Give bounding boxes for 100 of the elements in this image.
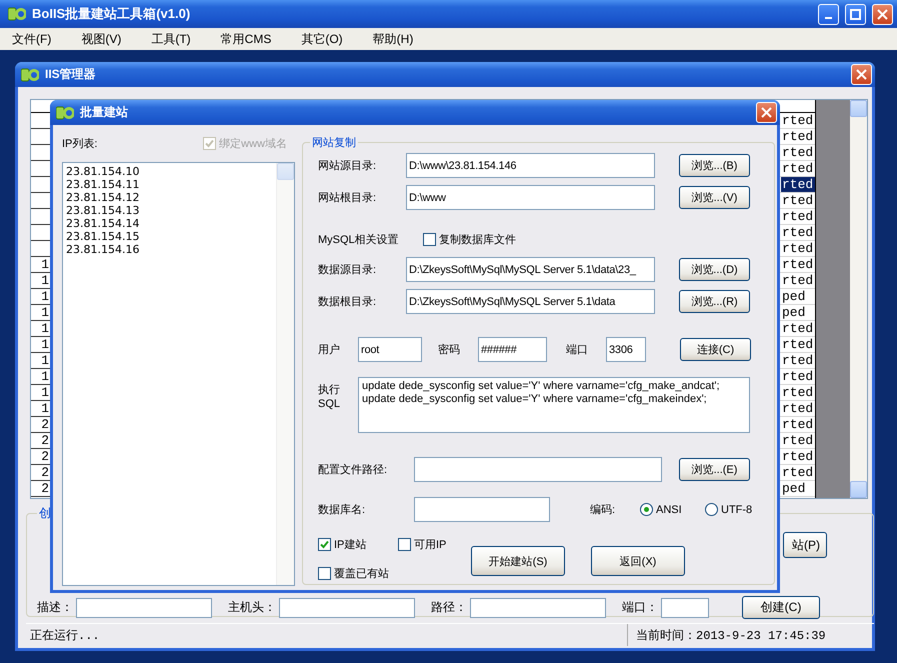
group-label: 创 [38, 505, 52, 522]
browse-button[interactable]: 浏览...(B) [679, 154, 750, 177]
maximize-icon [850, 8, 861, 20]
browse-button[interactable]: 浏览...(E) [679, 458, 750, 481]
field-label: 描述： [37, 599, 73, 616]
menu-item[interactable]: 文件(F) [6, 30, 62, 48]
app-icon [21, 68, 39, 82]
check-icon [320, 540, 329, 549]
table-cell[interactable]: rted [781, 257, 815, 272]
field-label: 路径： [431, 599, 467, 616]
text-field[interactable] [76, 598, 212, 618]
table-cell[interactable]: rted [781, 209, 815, 224]
menu-item[interactable]: 帮助(H) [366, 30, 424, 48]
table-cell[interactable]: rted [781, 321, 815, 336]
table-cell[interactable]: ped [781, 289, 815, 304]
table-cell[interactable]: rted [781, 369, 815, 384]
sql-field[interactable]: update dede_sysconfig set value='Y' where varname='cfg_make_andcat'; update dede_sysconfig set value='Y' where varname='cfg_makeindex'; [358, 377, 750, 433]
back-button[interactable]: 返回(X) [591, 546, 685, 576]
app-icon [56, 106, 74, 120]
action-button[interactable]: 站(P) [783, 532, 827, 558]
close-button[interactable] [851, 64, 872, 85]
table-cell[interactable]: rted [781, 337, 815, 352]
table-cell[interactable]: rted [781, 113, 815, 128]
option-checkbox[interactable]: 可用IP [398, 537, 446, 552]
table-cell[interactable]: rted [781, 465, 815, 480]
close-icon [761, 107, 772, 118]
window-title: BoIIS批量建站工具箱(v1.0) [32, 5, 192, 23]
field-label: 执行 SQL [318, 383, 342, 411]
user-field[interactable]: root [358, 337, 422, 362]
table-cell[interactable]: rted [781, 449, 815, 464]
table-cell[interactable]: rted [781, 161, 815, 176]
table-cell[interactable]: rted [781, 385, 815, 400]
text-field[interactable] [470, 598, 606, 618]
close-button[interactable] [756, 102, 777, 123]
path-field[interactable]: D:\ZkeysSoft\MySql\MySQL Server 5.1\data\23_ [406, 257, 655, 282]
field-label: 密码 [438, 342, 461, 357]
table-cell[interactable]: rted [781, 273, 815, 288]
copy-db-checkbox[interactable]: 复制数据库文件 [423, 232, 516, 246]
option-checkbox[interactable]: 覆盖已有站 [318, 566, 389, 581]
field-label: 编码: [590, 503, 616, 517]
close-icon [877, 8, 888, 20]
window-title: IIS管理器 [45, 66, 97, 83]
table-cell[interactable]: rted [781, 129, 815, 144]
table-cell[interactable]: rted [781, 177, 815, 192]
path-field[interactable]: D:\ZkeysSoft\MySql\MySQL Server 5.1\data [406, 289, 655, 314]
path-field[interactable]: D:\www\23.81.154.146 [406, 153, 655, 178]
browse-button[interactable]: 浏览...(V) [679, 186, 750, 209]
db-name-field[interactable] [414, 497, 550, 522]
minimize-button[interactable] [818, 4, 839, 24]
app-icon [8, 7, 26, 21]
port-field[interactable]: 3306 [606, 337, 646, 362]
field-label: 数据库名: [318, 502, 366, 517]
encoding-radio[interactable]: UTF-8 [705, 503, 770, 516]
menu-item[interactable]: 常用CMS [214, 30, 282, 48]
menu-item[interactable]: 工具(T) [145, 30, 201, 48]
encoding-radio[interactable]: ANSI [640, 503, 705, 516]
field-label: 端口 [566, 343, 589, 357]
table-cell[interactable]: rted [781, 193, 815, 208]
create-button[interactable]: 创建(C) [742, 596, 820, 619]
menu-item[interactable]: 视图(V) [75, 30, 132, 48]
table-cell[interactable]: rted [781, 145, 815, 160]
config-path-field[interactable] [414, 457, 662, 482]
table-cell[interactable]: ped [781, 305, 815, 320]
group-label: 网站复制 [311, 136, 357, 150]
field-label: 用户 [318, 342, 341, 357]
clock-text: 当前时间：2013-9-23 17:45:39 [627, 624, 874, 646]
browse-button[interactable]: 浏览...(D) [679, 258, 750, 281]
path-field[interactable]: D:\www [406, 185, 655, 210]
table-cell[interactable]: rted [781, 433, 815, 448]
option-checkbox[interactable]: IP建站 [318, 537, 398, 552]
text-field[interactable] [661, 598, 709, 618]
close-button[interactable] [872, 4, 893, 24]
table-cell[interactable]: ped [781, 481, 815, 496]
dialog-title: 批量建站 [80, 104, 129, 121]
field-label: 主机头： [228, 599, 276, 616]
table-cell[interactable]: rted [781, 353, 815, 368]
scrollbar[interactable] [850, 100, 867, 498]
password-field[interactable]: ###### [478, 337, 547, 362]
menu-item[interactable]: 其它(O) [295, 30, 353, 48]
connect-button[interactable]: 连接(C) [680, 338, 751, 361]
field-label: 网站源目录: [318, 159, 378, 173]
ip-list-field[interactable]: 23.81.154.10 23.81.154.11 23.81.154.12 23.81.154.13 23.81.154.14 23.81.154.15 23.81.154.16 [62, 162, 295, 586]
field-label: 端口： [622, 599, 658, 616]
start-button[interactable]: 开始建站(S) [471, 546, 565, 576]
minimize-icon [825, 16, 832, 18]
table-cell[interactable]: rted [781, 241, 815, 256]
section-label: MySQL相关设置 [318, 232, 400, 246]
text-field[interactable] [279, 598, 415, 618]
field-label: 配置文件路径: [318, 462, 388, 477]
maximize-button[interactable] [845, 4, 866, 24]
ip-list-label: IP列表: [62, 137, 98, 151]
field-label: 网站根目录: [318, 191, 378, 205]
table-cell[interactable]: rted [781, 401, 815, 416]
field-label: 数据源目录: [318, 263, 378, 277]
table-cell[interactable]: rted [781, 225, 815, 240]
field-label: 数据根目录: [318, 295, 378, 309]
browse-button[interactable]: 浏览...(R) [679, 290, 750, 313]
check-icon [205, 139, 214, 148]
status-text: 正在运行... [29, 628, 101, 644]
table-cell[interactable]: rted [781, 417, 815, 432]
